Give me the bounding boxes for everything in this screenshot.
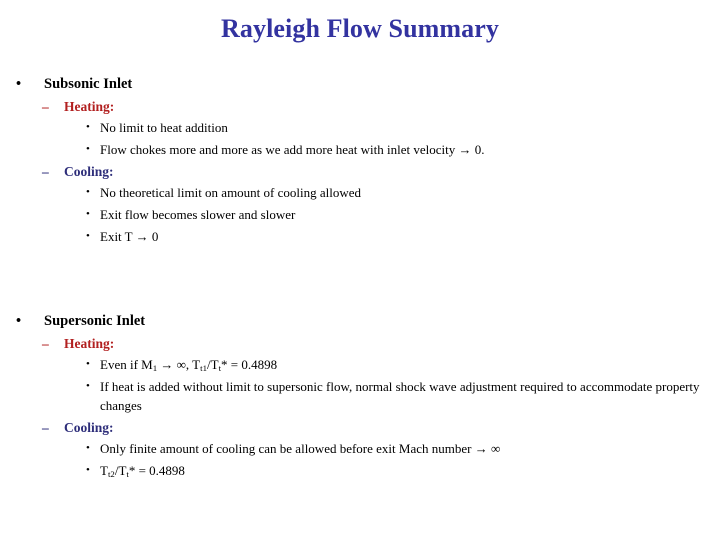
section-heading-subsonic: • Subsonic Inlet xyxy=(0,74,720,94)
bullet-dot-icon: • xyxy=(86,464,90,476)
formula-prefix: Even if M xyxy=(100,357,153,372)
bullet-dot-icon: • xyxy=(86,121,90,133)
bullet-dot-icon: • xyxy=(86,143,90,155)
list-item: • Only finite amount of cooling can be a… xyxy=(0,439,720,458)
slide: Rayleigh Flow Summary • Subsonic Inlet –… xyxy=(0,0,720,540)
list-item-formula-tt1: • Even if M1 → ∞, Tt1/Tt* = 0.4898 xyxy=(0,355,720,374)
list-item-formula-tt2: • Tt2/Tt* = 0.4898 xyxy=(0,461,720,480)
bullet-dot-icon: • xyxy=(86,380,90,392)
section-heading-label: Supersonic Inlet xyxy=(44,313,146,329)
list-item-text: Exit flow becomes slower and slower xyxy=(100,207,296,222)
page-title: Rayleigh Flow Summary xyxy=(221,14,499,43)
group-label-subsonic-heating: – Heating: xyxy=(0,97,720,116)
section-heading-supersonic: • Supersonic Inlet xyxy=(0,311,720,331)
bullet-dot-icon: • xyxy=(86,208,90,220)
bullet-dot-icon: • xyxy=(86,186,90,198)
slide-body: • Subsonic Inlet – Heating: • No limit t… xyxy=(0,74,720,483)
section-heading-label: Subsonic Inlet xyxy=(44,76,133,92)
list-item-text: No limit to heat addition xyxy=(100,120,228,135)
formula-suffix: * = 0.4898 xyxy=(128,463,185,478)
list-item: • No theoretical limit on amount of cool… xyxy=(0,183,720,202)
group-label-subsonic-cooling: – Cooling: xyxy=(0,162,720,181)
formula-slash: /T xyxy=(114,463,127,478)
list-item-text: Exit T → 0 xyxy=(100,229,159,244)
formula-subscript-t2: t2 xyxy=(107,469,115,480)
bullet-dot-icon: • xyxy=(16,76,22,92)
formula-prefix: T xyxy=(100,463,108,478)
formula-slash: /T xyxy=(207,357,219,372)
list-item: • Exit T → 0 xyxy=(0,227,720,246)
list-item-text: Only finite amount of cooling can be all… xyxy=(100,441,501,456)
list-item: • Exit flow becomes slower and slower xyxy=(0,205,720,224)
list-item-text: No theoretical limit on amount of coolin… xyxy=(100,185,362,200)
list-item-text: If heat is added without limit to supers… xyxy=(100,379,700,413)
dash-icon: – xyxy=(42,336,49,351)
list-item-text: Flow chokes more and more as we add more… xyxy=(100,142,485,157)
bullet-dot-icon: • xyxy=(86,442,90,454)
group-label-supersonic-heating: – Heating: xyxy=(0,334,720,353)
dash-icon: – xyxy=(42,164,49,179)
list-item: • Flow chokes more and more as we add mo… xyxy=(0,140,720,159)
formula-subscript-t1: t1 xyxy=(200,363,207,374)
group-label-text: Cooling: xyxy=(64,164,114,179)
dash-icon: – xyxy=(42,99,49,114)
dash-icon: – xyxy=(42,420,49,435)
list-item: • If heat is added without limit to supe… xyxy=(0,377,720,415)
formula-mid: → ∞, T xyxy=(157,357,201,372)
bullet-dot-icon: • xyxy=(86,230,90,242)
group-label-supersonic-cooling: – Cooling: xyxy=(0,418,720,437)
formula-suffix: * = 0.4898 xyxy=(221,357,278,372)
list-item-text: Even if M1 → ∞, Tt1/Tt* = 0.4898 xyxy=(100,355,720,374)
bullet-dot-icon: • xyxy=(16,313,22,329)
group-label-text: Cooling: xyxy=(64,420,114,435)
list-item: • No limit to heat addition xyxy=(0,118,720,137)
group-label-text: Heating: xyxy=(64,336,115,351)
list-item-text: Tt2/Tt* = 0.4898 xyxy=(100,461,720,480)
group-label-text: Heating: xyxy=(64,99,115,114)
bullet-dot-icon: • xyxy=(86,358,90,370)
